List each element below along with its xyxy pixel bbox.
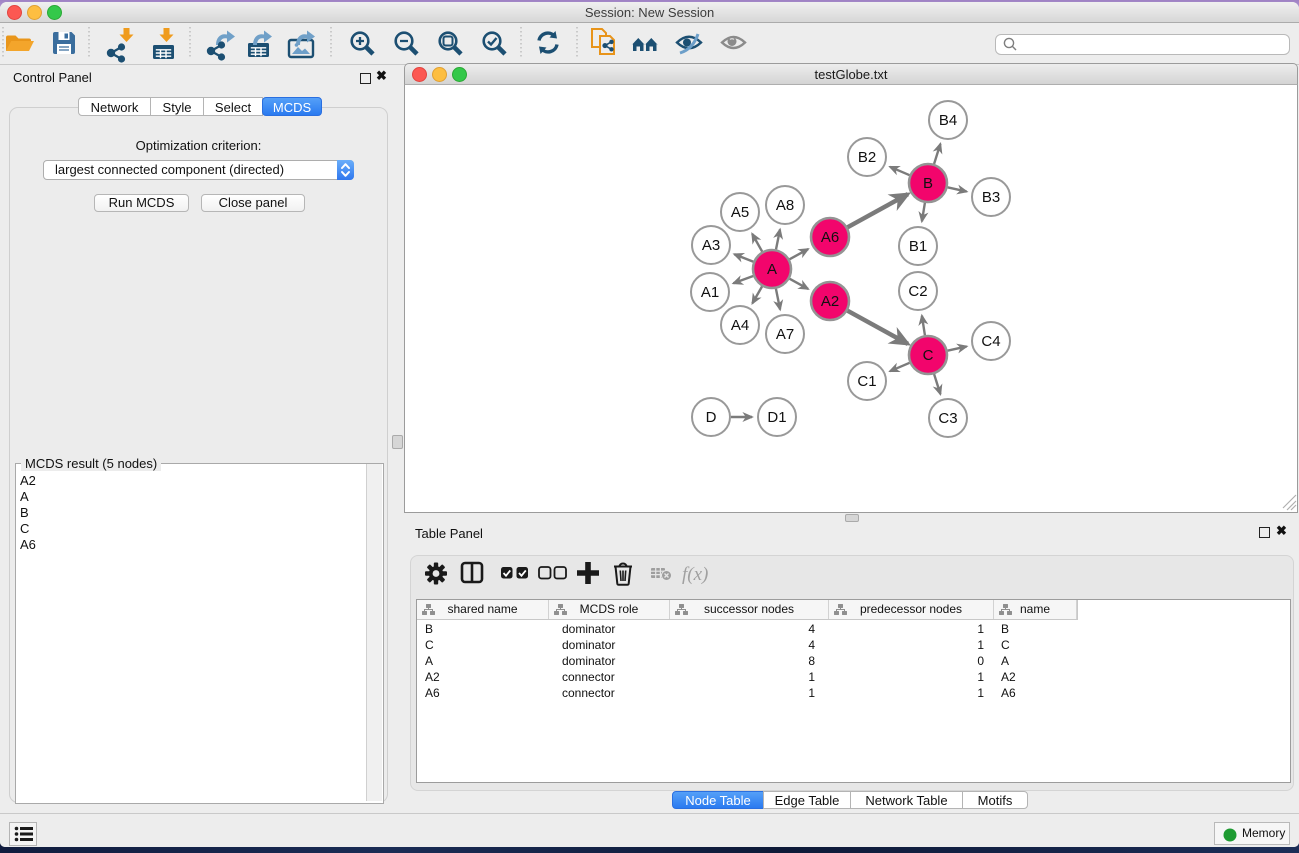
svg-text:f(x): f(x) bbox=[682, 564, 708, 585]
svg-text:A2: A2 bbox=[821, 293, 839, 310]
svg-text:A1: A1 bbox=[701, 284, 719, 301]
svg-text:A8: A8 bbox=[776, 197, 794, 214]
svg-text:C: C bbox=[923, 347, 934, 364]
svg-text:C3: C3 bbox=[938, 410, 957, 427]
svg-text:B1: B1 bbox=[909, 238, 927, 255]
svg-text:D1: D1 bbox=[767, 409, 786, 426]
svg-text:A3: A3 bbox=[702, 237, 720, 254]
svg-text:B: B bbox=[923, 175, 933, 192]
svg-text:C4: C4 bbox=[981, 333, 1000, 350]
svg-text:A7: A7 bbox=[776, 326, 794, 343]
svg-text:A5: A5 bbox=[731, 204, 749, 221]
svg-text:B2: B2 bbox=[858, 149, 876, 166]
svg-text:A: A bbox=[767, 261, 777, 278]
svg-text:C1: C1 bbox=[857, 373, 876, 390]
svg-text:D: D bbox=[706, 409, 717, 426]
svg-text:C2: C2 bbox=[908, 283, 927, 300]
svg-text:B3: B3 bbox=[982, 189, 1000, 206]
svg-text:A6: A6 bbox=[821, 229, 839, 246]
svg-text:B4: B4 bbox=[939, 112, 957, 129]
svg-text:A4: A4 bbox=[731, 317, 749, 334]
